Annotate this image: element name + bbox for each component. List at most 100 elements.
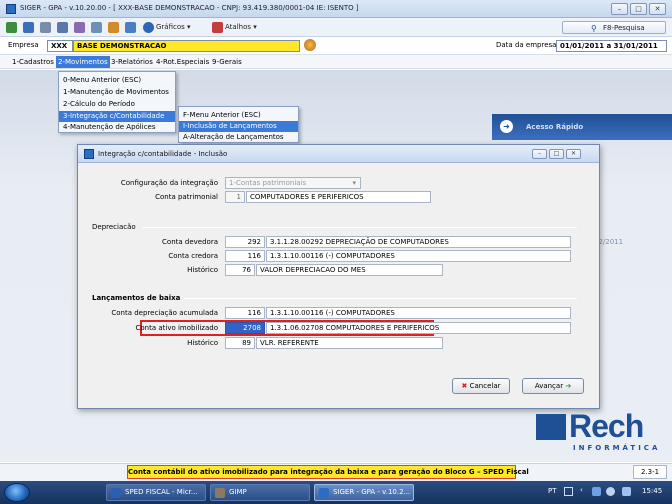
- task-gimp[interactable]: GIMP: [210, 484, 310, 501]
- historico-depreciacao-label: Histórico: [187, 266, 218, 274]
- menu-cadastros[interactable]: 1-Cadastros: [10, 56, 56, 68]
- menu-item-menu-anterior-2[interactable]: F-Menu Anterior (ESC): [179, 110, 298, 121]
- app-icon: [6, 4, 16, 14]
- logo-text: Rech: [569, 408, 644, 444]
- conta-credora-label: Conta credora: [168, 252, 218, 260]
- dep-acumulada-label: Conta depreciação acumulada: [111, 309, 218, 317]
- integracao-submenu: F-Menu Anterior (ESC) I-Inclusão de Lanç…: [178, 106, 299, 143]
- chevron-down-icon: ▾: [352, 179, 356, 187]
- action-center-icon: [622, 487, 631, 496]
- logo-subtext: INFORMÁTICA: [573, 444, 661, 452]
- volume-icon: [606, 487, 615, 496]
- conta-devedora-field[interactable]: 292: [225, 236, 265, 248]
- menubar: 1-Cadastros 2-Movimentos 3-Relatórios 4-…: [0, 55, 672, 69]
- date-field: 01/01/2011 a 31/01/2011: [556, 40, 667, 52]
- taskbar: SPED FISCAL - Micr... GIMP SIGER - GPA -…: [0, 481, 672, 504]
- baixa-section-title: Lançamentos de baixa: [92, 294, 181, 302]
- language-indicator[interactable]: PT: [548, 487, 557, 495]
- window-titlebar: SIGER - GPA - v.10.20.00 - [ XXX-BASE DE…: [0, 0, 672, 18]
- help-icon[interactable]: [125, 22, 136, 33]
- minimize-button[interactable]: –: [611, 3, 628, 15]
- config-label: Configuração da integração: [120, 179, 218, 187]
- users-icon[interactable]: [108, 22, 119, 33]
- dep-acumulada-desc: 1.3.1.10.00116 (-) COMPUTADORES: [266, 307, 571, 319]
- clock[interactable]: 15:45: [642, 487, 662, 495]
- ativo-imobilizado-desc: 1.3.1.06.02708 COMPUTADORES E PERIFERICO…: [266, 322, 571, 334]
- menu-gerais[interactable]: 9-Gerais: [210, 56, 244, 68]
- siger-icon: [319, 488, 329, 498]
- notes-icon[interactable]: [74, 22, 85, 33]
- date-label: Data da empresa: [496, 41, 557, 49]
- ativo-imobilizado-label: Conta ativo imobilizado: [135, 324, 218, 332]
- search-icon: ⚲: [591, 24, 597, 33]
- cancel-icon: ✖: [461, 382, 468, 390]
- window-title: SIGER - GPA - v.10.20.00 - [ XXX-BASE DE…: [20, 4, 359, 12]
- system-tray: PT ‹ 15:45: [544, 484, 672, 501]
- menu-item-inclusao-lancamentos[interactable]: I-Inclusão de Lançamentos: [179, 121, 298, 132]
- word-icon: [111, 488, 121, 498]
- conta-credora-field[interactable]: 116: [225, 250, 265, 262]
- config-select[interactable]: 1-Contas patrimoniais ▾: [225, 177, 361, 189]
- dialog-maximize-button[interactable]: □: [549, 149, 564, 159]
- logo-mark-icon: [536, 414, 566, 440]
- status-message: Conta contábil do ativo imobilizado para…: [127, 465, 529, 479]
- movimentos-menu: 0-Menu Anterior (ESC) 1-Manutenção de Mo…: [58, 71, 176, 133]
- gimp-icon: [215, 488, 225, 498]
- chevron-up-icon[interactable]: ‹: [580, 486, 583, 494]
- historico-baixa-desc: VLR. REFERENTE: [256, 337, 443, 349]
- acesso-rapido-panel[interactable]: ➜ Acesso Rápido: [492, 114, 672, 140]
- menu-item-menu-anterior[interactable]: 0-Menu Anterior (ESC): [59, 75, 175, 86]
- empresa-code-field[interactable]: XXX: [47, 40, 73, 52]
- save-icon[interactable]: [23, 22, 34, 33]
- empresa-name-field: BASE DEMONSTRACAO: [73, 40, 300, 52]
- print-icon[interactable]: [91, 22, 102, 33]
- empresa-label: Empresa: [8, 41, 39, 49]
- baixa-separator: [184, 298, 577, 299]
- next-button[interactable]: Avançar ➔: [522, 378, 584, 394]
- menu-rot-especiais[interactable]: 4-Rot.Especiais: [154, 56, 211, 68]
- calendar-icon[interactable]: [40, 22, 51, 33]
- close-button[interactable]: ✕: [649, 3, 666, 15]
- menu-item-alteracao-lancamentos[interactable]: A-Alteração de Lançamentos: [179, 132, 298, 143]
- conta-devedora-label: Conta devedora: [162, 238, 218, 246]
- maximize-button[interactable]: □: [630, 3, 647, 15]
- dialog-title: Integração c/contabilidade - Inclusão: [98, 150, 228, 158]
- conta-patrimonial-desc: COMPUTADORES E PERIFERICOS: [246, 191, 431, 203]
- menu-item-integracao-contabilidade[interactable]: 3-Integração c/Contabilidade: [59, 111, 175, 122]
- menu-item-manutencao-movimentos[interactable]: 1-Manutenção de Movimentos: [59, 87, 175, 98]
- conta-patrimonial-label: Conta patrimonial: [155, 193, 218, 201]
- task-siger[interactable]: SIGER - GPA - v.10.2...: [314, 484, 414, 501]
- conta-devedora-desc: 3.1.1.28.00292 DEPRECIAÇÃO DE COMPUTADOR…: [266, 236, 571, 248]
- start-button[interactable]: [4, 483, 30, 502]
- keyboard-icon: [564, 487, 573, 496]
- menu-item-calculo-periodo[interactable]: 2-Cálculo do Período: [59, 99, 175, 110]
- status-code: 2.3-1: [633, 465, 667, 479]
- integracao-dialog: Integração c/contabilidade - Inclusão – …: [77, 144, 600, 409]
- dialog-titlebar: Integração c/contabilidade - Inclusão – …: [78, 145, 599, 163]
- dialog-close-button[interactable]: ✕: [566, 149, 581, 159]
- menu-movimentos[interactable]: 2-Movimentos: [56, 56, 110, 68]
- toolbar: Gráficos ▾ Atalhos ▾ ⚲ F8-Pesquisa: [0, 18, 672, 37]
- shortcut-icon: [212, 22, 223, 33]
- calculator-icon[interactable]: [57, 22, 68, 33]
- historico-baixa-label: Histórico: [187, 339, 218, 347]
- atalhos-menu[interactable]: Atalhos ▾: [225, 23, 257, 31]
- exit-icon[interactable]: [6, 22, 17, 33]
- conta-patrimonial-field[interactable]: 1: [225, 191, 245, 203]
- network-icon: [592, 487, 601, 496]
- historico-depreciacao-field[interactable]: 76: [225, 264, 255, 276]
- task-sped-fiscal[interactable]: SPED FISCAL - Micr...: [106, 484, 206, 501]
- dialog-minimize-button[interactable]: –: [532, 149, 547, 159]
- f8-search-button[interactable]: ⚲ F8-Pesquisa: [562, 21, 666, 34]
- depreciacao-separator: [142, 227, 577, 228]
- chart-icon: [143, 22, 154, 33]
- graficos-menu[interactable]: Gráficos ▾: [156, 23, 191, 31]
- menu-relatorios[interactable]: 3-Relatórios: [109, 56, 155, 68]
- menu-item-manutencao-apolices[interactable]: 4-Manutenção de Apólices: [59, 122, 175, 133]
- ativo-imobilizado-field[interactable]: 2708: [225, 322, 265, 334]
- cancel-button[interactable]: ✖ Cancelar: [452, 378, 510, 394]
- dep-acumulada-field[interactable]: 116: [225, 307, 265, 319]
- company-logo-icon: [304, 39, 316, 51]
- rech-logo: Rech INFORMÁTICA: [536, 408, 666, 456]
- historico-baixa-field[interactable]: 89: [225, 337, 255, 349]
